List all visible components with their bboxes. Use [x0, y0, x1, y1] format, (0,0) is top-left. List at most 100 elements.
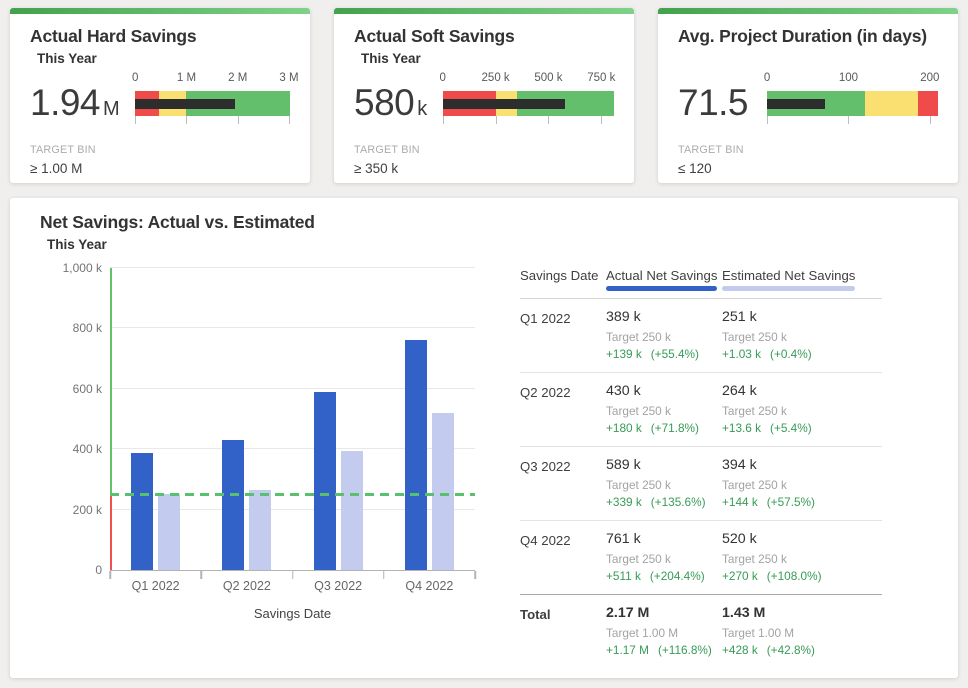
bar-estimated-q1-2022[interactable]: [158, 494, 180, 570]
x-axis: Q1 2022Q2 2022Q3 2022Q4 2022: [110, 570, 475, 596]
savings-date-cell: Q2 2022: [520, 383, 606, 435]
bullet-axis-label: 3 M: [279, 72, 298, 84]
actual-cell: 389 k Target 250 k +139 k (+55.4%): [606, 309, 722, 361]
delta-value: +1.17 M: [606, 643, 649, 657]
actual-target: Target 250 k: [606, 330, 722, 344]
estimated-value: 520 k: [722, 531, 882, 547]
kpi-title: Actual Hard Savings: [30, 26, 290, 47]
bullet-axis-tick: [601, 116, 602, 124]
target-bin-label: TARGET BIN: [678, 144, 938, 156]
estimated-legend-underline: [722, 286, 855, 291]
actual-cell: 430 kTarget 250 k+180 k(+71.8%): [606, 383, 722, 435]
bullet-axis-label: 0: [764, 72, 770, 84]
estimated-target: Target 250 k: [722, 330, 882, 344]
delta-percent: (+116.8%): [658, 643, 712, 657]
savings-date-cell: Q3 2022: [520, 457, 606, 509]
bullet-chart-project-duration: 0100200: [767, 72, 938, 136]
actual-value: 761 k: [606, 531, 722, 547]
x-axis-label: Q3 2022: [314, 579, 362, 593]
delta-value: +144 k: [722, 495, 758, 509]
bullet-axis-tick: [238, 116, 239, 124]
estimated-target: Target 250 k: [722, 552, 882, 566]
estimated-cell: 394 k Target 250 k +144 k (+57.5%): [722, 457, 882, 509]
estimated-cell: 251 k Target 250 k +1.03 k(+0.4%): [722, 309, 882, 361]
table-row-q4-2022[interactable]: Q4 2022761 kTarget 250 k+511 k(+204.4%) 5…: [520, 521, 882, 594]
column-header-savings-date[interactable]: Savings Date: [520, 268, 606, 291]
estimated-delta: +144 k (+57.5%): [722, 495, 882, 509]
estimated-value: 394 k: [722, 457, 882, 473]
bar-actual-q1-2022[interactable]: [131, 453, 153, 570]
y-axis-label: 0: [95, 563, 102, 577]
kpi-row: Actual Hard Savings This Year 1.94M 01 M…: [10, 8, 958, 183]
actual-delta: +511 k(+204.4%): [606, 569, 722, 583]
table-body: Q1 2022389 kTarget 250 k+139 k(+55.4%)25…: [520, 299, 882, 668]
bullet-axis-label: 1 M: [177, 72, 196, 84]
bullet-axis-tick: [930, 116, 931, 124]
bullet-axis-tick: [548, 116, 549, 124]
bullet-chart-soft-savings: 0250 k500 k750 k: [443, 72, 614, 136]
kpi-title: Avg. Project Duration (in days): [678, 26, 938, 47]
table-row-q3-2022[interactable]: Q3 2022589 kTarget 250 k+339 k(+135.6%)3…: [520, 447, 882, 521]
actual-value: 2.17 M: [606, 605, 722, 621]
bullet-axis-tick: [496, 116, 497, 124]
delta-value: +139 k: [606, 347, 642, 361]
kpi-subtitle: [685, 51, 938, 68]
estimated-value: 251 k: [722, 309, 882, 325]
panel-subtitle: This Year: [47, 237, 938, 254]
bar-actual-q3-2022[interactable]: [314, 392, 336, 570]
bullet-axis-tick: [186, 116, 187, 124]
estimated-cell: 264 kTarget 250 k+13.6 k(+5.4%): [722, 383, 882, 435]
estimated-value: 264 k: [722, 383, 882, 399]
category-q3-2022: [293, 268, 384, 570]
bullet-measure-bar: [443, 99, 566, 109]
savings-date-cell: Total: [520, 605, 606, 657]
bullet-axis-label: 250 k: [482, 72, 510, 84]
estimated-target: Target 250 k: [722, 478, 882, 492]
delta-percent: (+57.5%): [767, 495, 815, 509]
bullet-axis-label: 750 k: [587, 72, 615, 84]
bar-actual-q4-2022[interactable]: [405, 340, 427, 570]
x-axis-title: Savings Date: [110, 606, 475, 621]
target-line: [110, 493, 475, 496]
table-header-row: Savings Date Actual Net Savings Estimate…: [520, 268, 882, 299]
bar-estimated-q2-2022[interactable]: [249, 490, 271, 570]
kpi-value: 71.5: [678, 82, 751, 136]
bullet-chart-hard-savings: 01 M2 M3 M: [135, 72, 290, 136]
table-row-q2-2022[interactable]: Q2 2022430 kTarget 250 k+180 k(+71.8%)26…: [520, 373, 882, 447]
actual-value: 430 k: [606, 383, 722, 399]
target-bin-value: ≤ 120: [678, 161, 938, 176]
x-axis-label: Q1 2022: [132, 579, 180, 593]
estimated-delta: +1.03 k(+0.4%): [722, 347, 882, 361]
table-row-q1-2022[interactable]: Q1 2022389 kTarget 250 k+139 k(+55.4%)25…: [520, 299, 882, 373]
target-bin-value: ≥ 350 k: [354, 161, 614, 176]
estimated-delta: +13.6 k(+5.4%): [722, 421, 882, 435]
kpi-card-soft-savings: Actual Soft Savings This Year 580k 0250 …: [334, 8, 634, 183]
y-axis-label: 600 k: [73, 382, 102, 396]
estimated-cell: 1.43 MTarget 1.00 M+428 k(+42.8%): [722, 605, 882, 657]
column-header-estimated[interactable]: Estimated Net Savings: [722, 268, 882, 291]
actual-delta: +1.17 M (+116.8%): [606, 643, 722, 657]
y-axis-label: 400 k: [73, 442, 102, 456]
delta-value: +428 k: [722, 643, 758, 657]
actual-delta: +339 k(+135.6%): [606, 495, 722, 509]
bar-estimated-q3-2022[interactable]: [341, 451, 363, 570]
bullet-measure-bar: [767, 99, 825, 109]
column-header-actual[interactable]: Actual Net Savings: [606, 268, 722, 291]
actual-value: 389 k: [606, 309, 722, 325]
bullet-axis-tick: [289, 116, 290, 124]
panel-title: Net Savings: Actual vs. Estimated: [40, 212, 938, 233]
delta-percent: (+108.0%): [767, 569, 822, 583]
table-row-total[interactable]: Total2.17 MTarget 1.00 M+1.17 M(+116.8%)…: [520, 594, 882, 668]
savings-date-cell: Q4 2022: [520, 531, 606, 583]
y-axis-label: 200 k: [73, 503, 102, 517]
delta-value: +180 k: [606, 421, 642, 435]
actual-delta: +139 k (+55.4%): [606, 347, 722, 361]
delta-percent: (+55.4%): [651, 347, 699, 361]
bar-estimated-q4-2022[interactable]: [432, 413, 454, 570]
actual-cell: 2.17 MTarget 1.00 M+1.17 M(+116.8%): [606, 605, 722, 657]
estimated-value: 1.43 M: [722, 605, 882, 621]
estimated-delta: +270 k(+108.0%): [722, 569, 882, 583]
bullet-axis-label: 0: [132, 72, 138, 84]
bar-actual-q2-2022[interactable]: [222, 440, 244, 570]
y-axis-label: 1,000 k: [63, 261, 102, 275]
